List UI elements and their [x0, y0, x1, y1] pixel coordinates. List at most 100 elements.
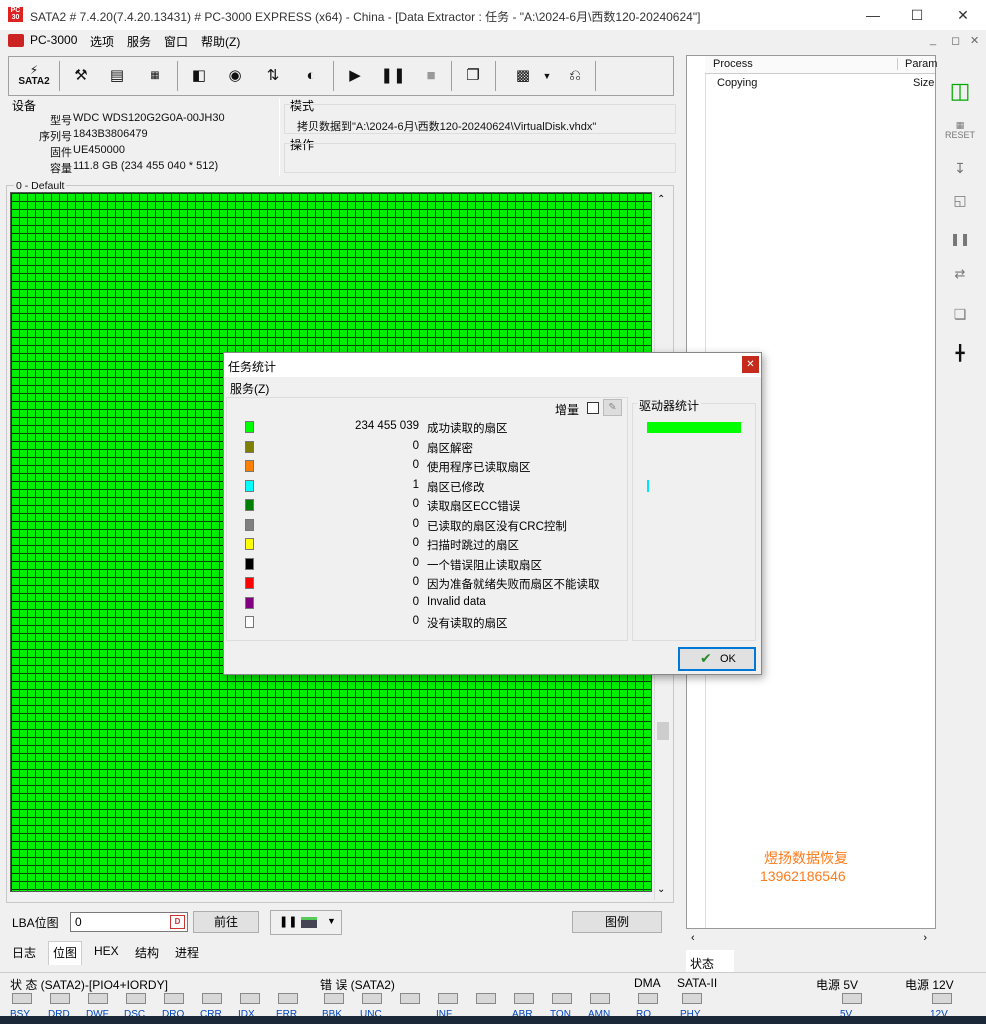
copy-remove-icon[interactable]: ❏ [940, 306, 980, 336]
binoculars-icon[interactable]: ◉ [219, 61, 251, 91]
menu-app[interactable]: PC-3000 [30, 33, 77, 47]
legend-label: 读取扇区ECC错误 [427, 501, 521, 513]
goto-button[interactable]: 前往 [193, 911, 259, 933]
param-column-header[interactable]: Param [905, 58, 937, 70]
power-12v-label: 电源 12V [905, 978, 954, 992]
disk-icon[interactable]: ◐ [295, 61, 327, 91]
lba-input-value: 0 [75, 915, 82, 929]
legend-count: 0 [412, 537, 419, 549]
map-toolbar: ❚❚ ▼ [270, 910, 342, 935]
process-column-header[interactable]: Process [713, 58, 898, 70]
power-icon[interactable]: ↧ [940, 160, 980, 190]
legend-swatch [245, 518, 254, 531]
increment-label: 增量 [555, 403, 580, 417]
minimize-button[interactable]: — [850, 0, 896, 30]
tab-process[interactable]: 进程 [175, 944, 199, 961]
status-led [50, 993, 70, 1004]
pause-map-icon[interactable]: ❚❚ [279, 915, 297, 928]
status-led [590, 993, 610, 1004]
tab-hex[interactable]: HEX [94, 944, 119, 958]
side-pause-icon[interactable]: ❚❚ [940, 232, 980, 262]
process-hscrollbar[interactable]: ‹ › [687, 932, 935, 948]
watermark-company: 煜扬数据恢复 [764, 850, 848, 866]
side-toolbar: ◫ ▦ RESET ↧ ◱ ❚❚ ⇄ ❏ ╋ [940, 70, 980, 370]
scroll-up-icon[interactable]: ⌃ [657, 194, 665, 205]
sata-cable-icon[interactable]: ╋ [940, 344, 980, 374]
database-stack-icon[interactable]: ◫ [940, 78, 980, 108]
pc3000-menu-icon [8, 34, 24, 47]
mdi-restore-button[interactable]: ◻ [951, 34, 960, 47]
model-label: 型号 [50, 115, 72, 127]
sata-label: SATA2 [18, 76, 50, 87]
maximize-button[interactable]: ☐ [894, 0, 940, 30]
pencil-icon[interactable]: ✎ [603, 399, 622, 416]
legend-button[interactable]: 图例 [572, 911, 662, 933]
dialog-menu-service[interactable]: 服务(Z) [230, 380, 269, 397]
map-view-icon[interactable]: ▩ [503, 61, 543, 91]
task-statistics-dialog: 任务统计 ✕ 服务(Z) 增量 ✎ 234 455 039 成功读取的扇区 0 扇区解… [223, 352, 762, 675]
play-icon[interactable]: ▶ [339, 61, 371, 91]
model-value: WDC WDS120G2G0A-00JH30 [73, 112, 225, 124]
menu-options[interactable]: 选项 [90, 33, 114, 50]
legend-swatch [245, 538, 254, 550]
sort-icon[interactable]: ⇅ [257, 61, 289, 91]
lba-input[interactable]: 0 D [70, 912, 188, 932]
map-mode-dropdown-icon[interactable]: ▼ [327, 916, 336, 926]
toolbar: ⚡ SATA2 ⚒ ▤ ▦ ◧ ◉ ⇅ ◐ ▶ ❚❚ ■ ❐ ▩ ▼ ⎌ [8, 56, 674, 96]
scroll-down-icon[interactable]: ⌄ [657, 884, 665, 895]
drive-info-icon[interactable]: ◧ [183, 61, 215, 91]
legend-count: 1 [412, 478, 419, 491]
status-led [278, 993, 298, 1004]
status-led [362, 993, 382, 1004]
scroll-thumb[interactable] [657, 722, 669, 740]
ok-button[interactable]: ✔ OK [678, 647, 756, 671]
capacity-label: 容量 [50, 163, 72, 175]
lba-dec-icon[interactable]: D [170, 915, 185, 929]
scroll-right-icon[interactable]: › [923, 932, 927, 944]
tab-log[interactable]: 日志 [12, 944, 36, 961]
sata-label-status: SATA-II [677, 976, 718, 990]
scroll-left-icon[interactable]: ‹ [691, 932, 695, 944]
legend-label: Invalid data [427, 595, 486, 608]
legend-swatch [245, 577, 254, 589]
watermark-phone: 13962186546 [760, 868, 846, 884]
status-tab[interactable]: 状态 [686, 950, 734, 972]
close-button[interactable]: ✕ [940, 0, 986, 30]
tab-structure[interactable]: 结构 [135, 944, 159, 961]
status-led [240, 993, 260, 1004]
pause-icon[interactable]: ❚❚ [377, 61, 409, 91]
status-led [682, 993, 702, 1004]
menu-help[interactable]: 帮助(Z) [201, 33, 240, 50]
process-row-param: Size [913, 77, 935, 89]
map-mode-icon[interactable] [301, 917, 317, 928]
menu-window[interactable]: 窗口 [164, 33, 188, 50]
serial-value: 1843B3806479 [73, 128, 148, 140]
transfer-icon[interactable]: ⇄ [940, 266, 980, 296]
window-title: SATA2 # 7.4.20(7.4.20.13431) # PC-3000 E… [30, 10, 701, 24]
drive-stats-label: 驱动器统计 [637, 397, 702, 414]
mdi-minimize-button[interactable]: _ [930, 34, 936, 46]
copy-windows-icon[interactable]: ❐ [457, 61, 489, 91]
process-header: Process Param [705, 56, 937, 74]
menu-service[interactable]: 服务 [127, 33, 151, 50]
sata-port-button[interactable]: ⚡ SATA2 [13, 61, 55, 91]
legend-label: 扫描时跳过的扇区 [427, 540, 519, 552]
memory-icon[interactable]: ▤ [101, 61, 133, 91]
stop-icon[interactable]: ■ [415, 61, 447, 91]
legend-count: 0 [412, 439, 419, 452]
tab-bitmap[interactable]: 位图 [48, 941, 83, 965]
dialog-close-button[interactable]: ✕ [742, 356, 759, 373]
exit-icon[interactable]: ⎌ [559, 61, 591, 91]
voltage-icon[interactable]: ◱ [940, 192, 980, 222]
percent-icon[interactable]: ▦ [139, 61, 171, 91]
status-led [164, 993, 184, 1004]
tools-icon[interactable]: ⚒ [65, 61, 97, 91]
mode-text: 拷贝数据到"A:\2024-6月\西数120-20240624\VirtualD… [297, 121, 597, 133]
menu-bar: PC-3000 选项 服务 窗口 帮助(Z) _ ◻ ✕ [0, 30, 986, 52]
reset-icon[interactable]: ▦ RESET [940, 120, 980, 150]
increment-checkbox[interactable] [587, 402, 599, 414]
map-view-dropdown-icon[interactable]: ▼ [539, 61, 555, 91]
map-group-label: 0 - Default [14, 180, 67, 192]
mdi-close-button[interactable]: ✕ [970, 34, 979, 47]
status-led [476, 993, 496, 1004]
